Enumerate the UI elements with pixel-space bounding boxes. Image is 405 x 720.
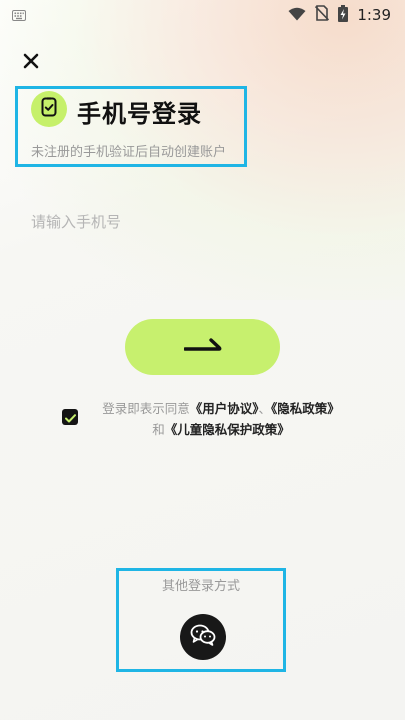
no-sim-icon (315, 5, 330, 25)
child-privacy-policy-link[interactable]: 《儿童隐私保护政策》 (165, 422, 290, 437)
status-time: 1:39 (357, 6, 391, 24)
agreement-prefix: 登录即表示同意 (102, 401, 190, 416)
agreement-checkbox[interactable] (62, 409, 78, 425)
page-subtitle: 未注册的手机验证后自动创建账户 (31, 145, 227, 160)
close-button[interactable] (18, 50, 44, 76)
phone-number-input[interactable] (31, 206, 371, 238)
keyboard-icon (12, 6, 26, 25)
app-logo (31, 91, 67, 127)
arrow-right-icon (182, 337, 222, 357)
status-bar: 1:39 (0, 0, 405, 30)
wechat-login-button[interactable] (180, 614, 226, 660)
wifi-icon (288, 6, 306, 25)
other-login-label: 其他登录方式 (161, 579, 240, 594)
next-button[interactable] (125, 319, 280, 375)
wechat-icon (190, 624, 216, 650)
user-agreement-link[interactable]: 《用户协议》 (190, 401, 259, 416)
privacy-policy-link[interactable]: 《隐私政策》 (271, 401, 340, 416)
phone-check-icon (41, 97, 57, 121)
close-icon (23, 53, 39, 73)
agreement-and: 和 (152, 422, 165, 437)
agreement-separator: 、 (258, 401, 272, 416)
page-title: 手机号登录 (77, 100, 202, 128)
battery-charging-icon (338, 4, 349, 26)
agreement-text: 登录即表示同意《用户协议》、《隐私政策》和《儿童隐私保护政策》 (86, 398, 356, 440)
check-icon (64, 408, 76, 427)
